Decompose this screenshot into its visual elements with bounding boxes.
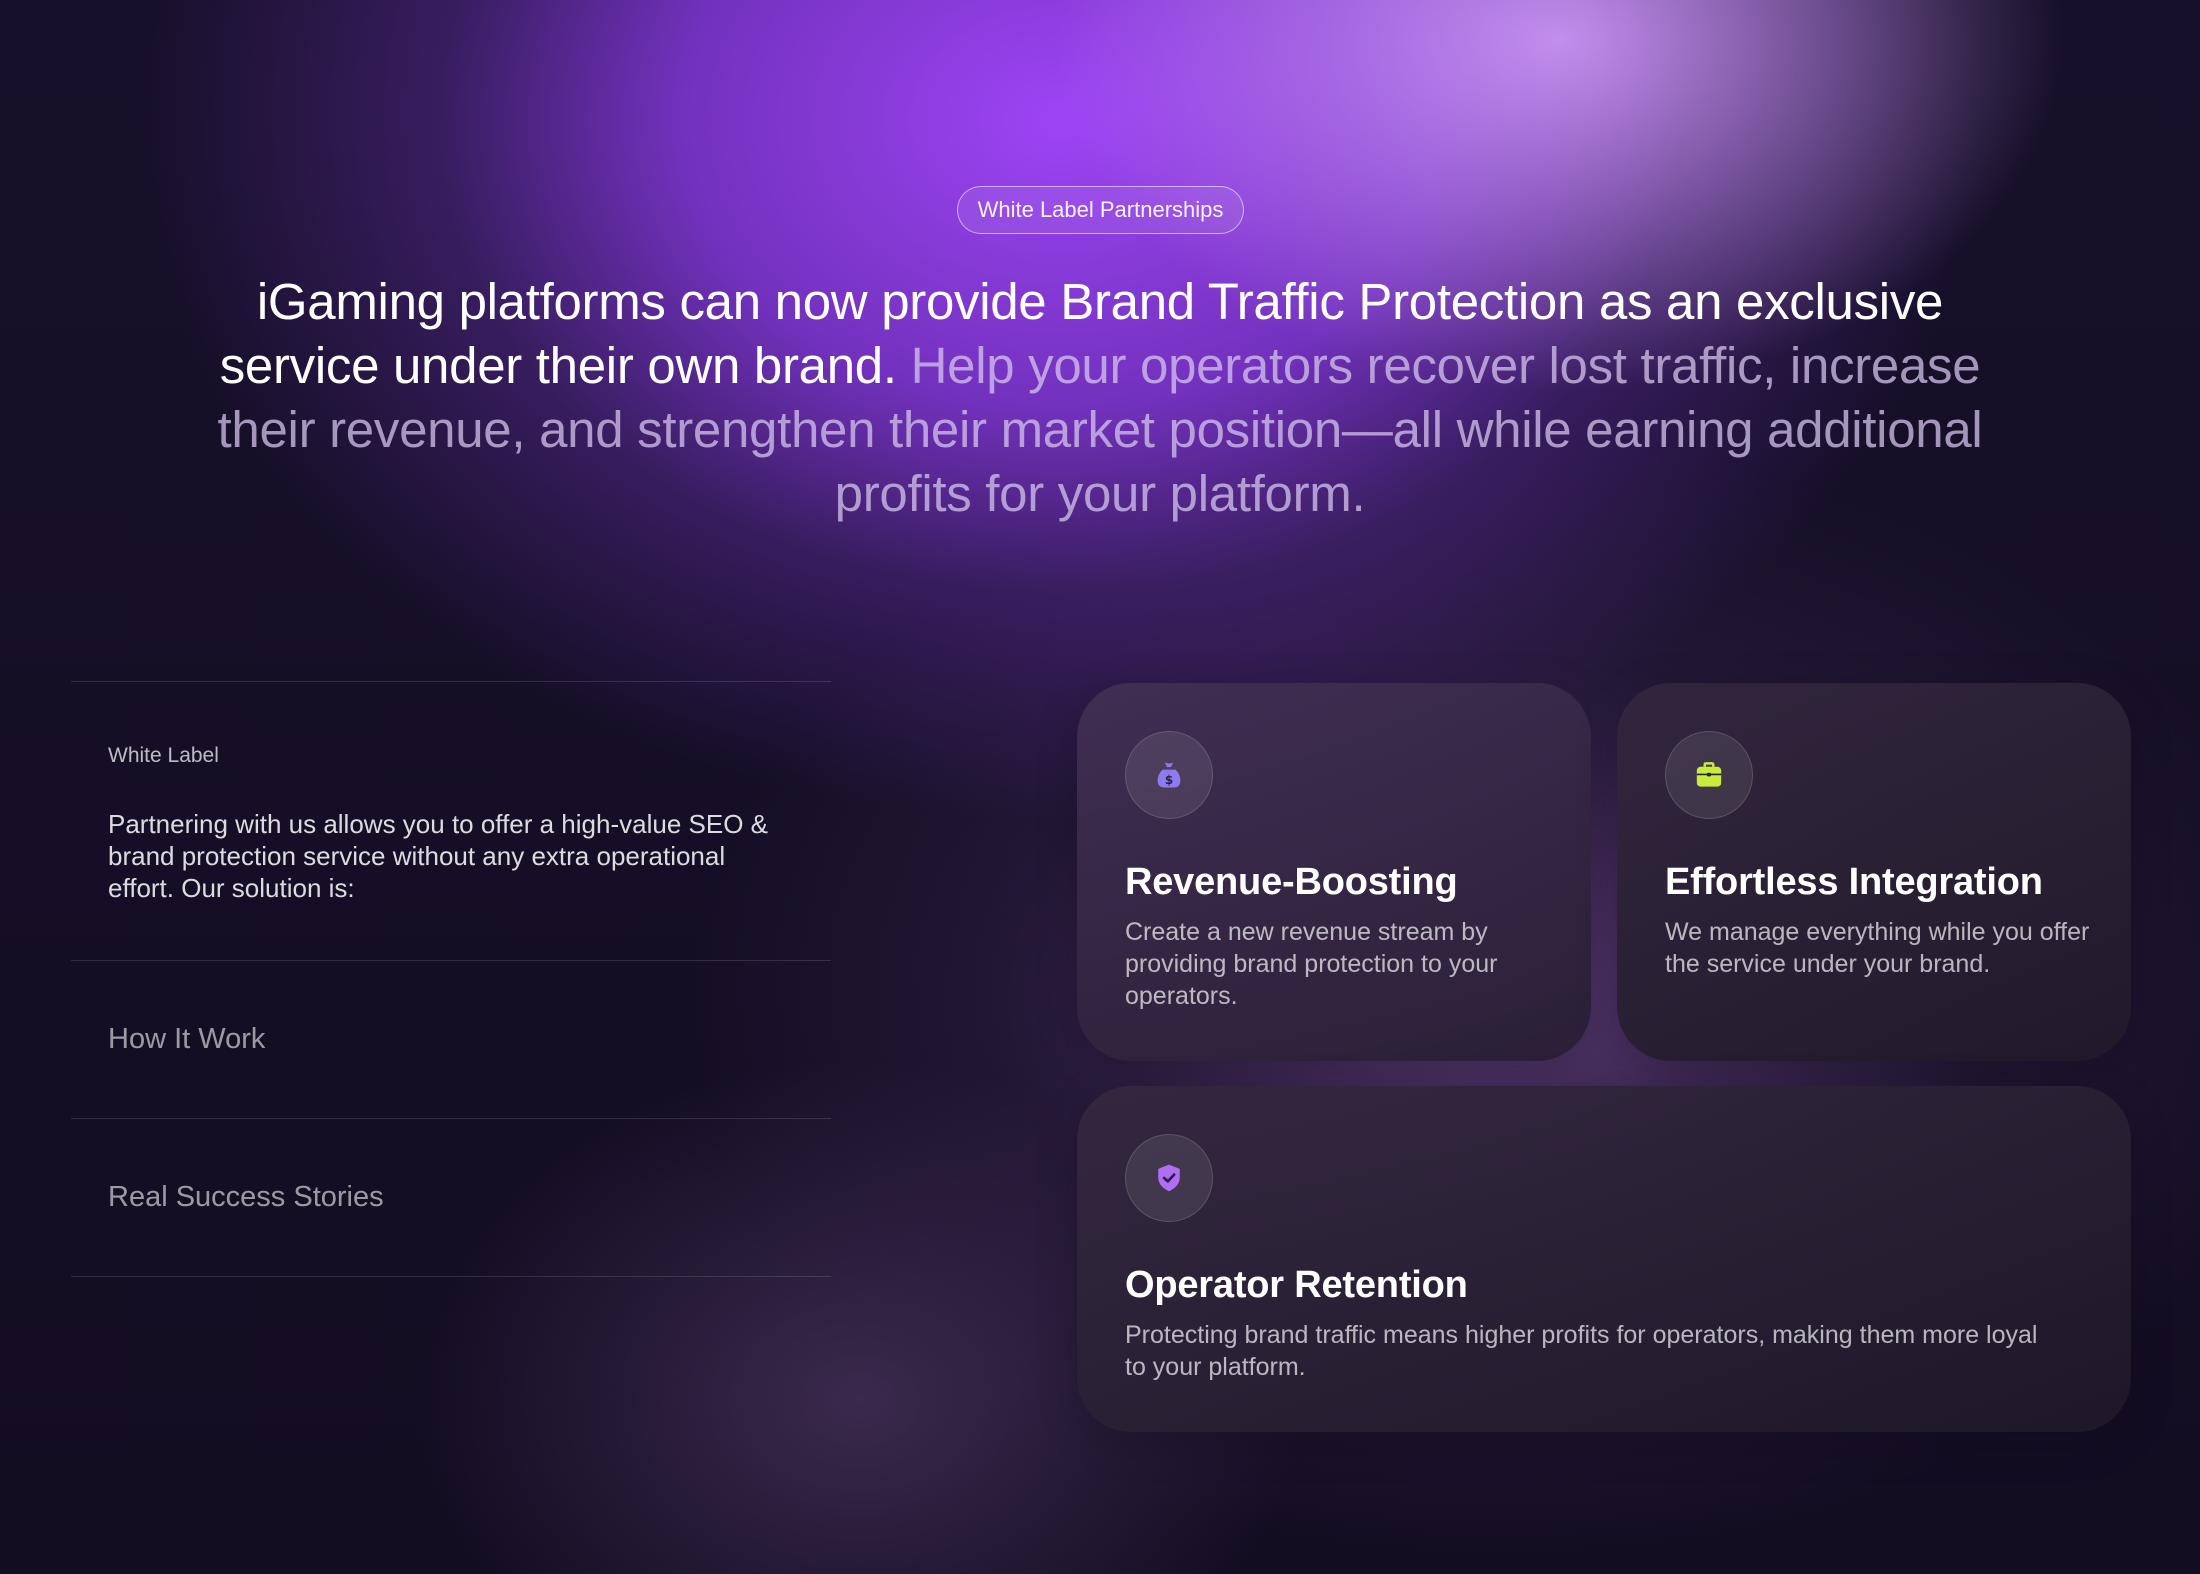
divider xyxy=(71,1276,831,1277)
sidebar-item-how-it-work[interactable]: How It Work xyxy=(71,961,831,1118)
section-tag: White Label Partnerships xyxy=(957,186,1244,234)
card-title: Operator Retention xyxy=(1125,1264,1468,1306)
feature-card-effortless-integration: Effortless Integration We manage everyth… xyxy=(1617,683,2131,1061)
shield-check-icon xyxy=(1158,1164,1180,1192)
card-description: We manage everything while you offer the… xyxy=(1665,918,2090,978)
briefcase-icon xyxy=(1696,762,1722,787)
sidebar-item-success-stories[interactable]: Real Success Stories xyxy=(71,1119,831,1276)
sidebar-item-label: How It Work xyxy=(108,1023,266,1055)
card-icon-wrapper xyxy=(1125,1134,1213,1222)
feature-card-operator-retention: Operator Retention Protecting brand traf… xyxy=(1077,1086,2131,1432)
card-title: Revenue-Boosting xyxy=(1125,861,1458,903)
sidebar-nav: White Label Partnering with us allows yo… xyxy=(71,681,831,1277)
card-icon-wrapper xyxy=(1665,731,1753,819)
sidebar-item-white-label[interactable]: White Label Partnering with us allows yo… xyxy=(71,682,831,960)
sidebar-item-label: Real Success Stories xyxy=(108,1181,384,1213)
card-icon-wrapper: $ xyxy=(1125,731,1213,819)
feature-card-revenue-boosting: $ Revenue-Boosting Create a new revenue … xyxy=(1077,683,1591,1061)
svg-text:$: $ xyxy=(1165,773,1173,787)
money-bag-icon: $ xyxy=(1157,762,1181,788)
card-title: Effortless Integration xyxy=(1665,861,2043,903)
card-description: Protecting brand traffic means higher pr… xyxy=(1125,1321,2038,1381)
sidebar-item-label: White Label xyxy=(108,744,219,767)
card-description: Create a new revenue stream by providing… xyxy=(1125,918,1498,1010)
hero-headline: iGaming platforms can now provide Brand … xyxy=(200,270,2000,526)
sidebar-item-description: Partnering with us allows you to offer a… xyxy=(108,809,768,903)
